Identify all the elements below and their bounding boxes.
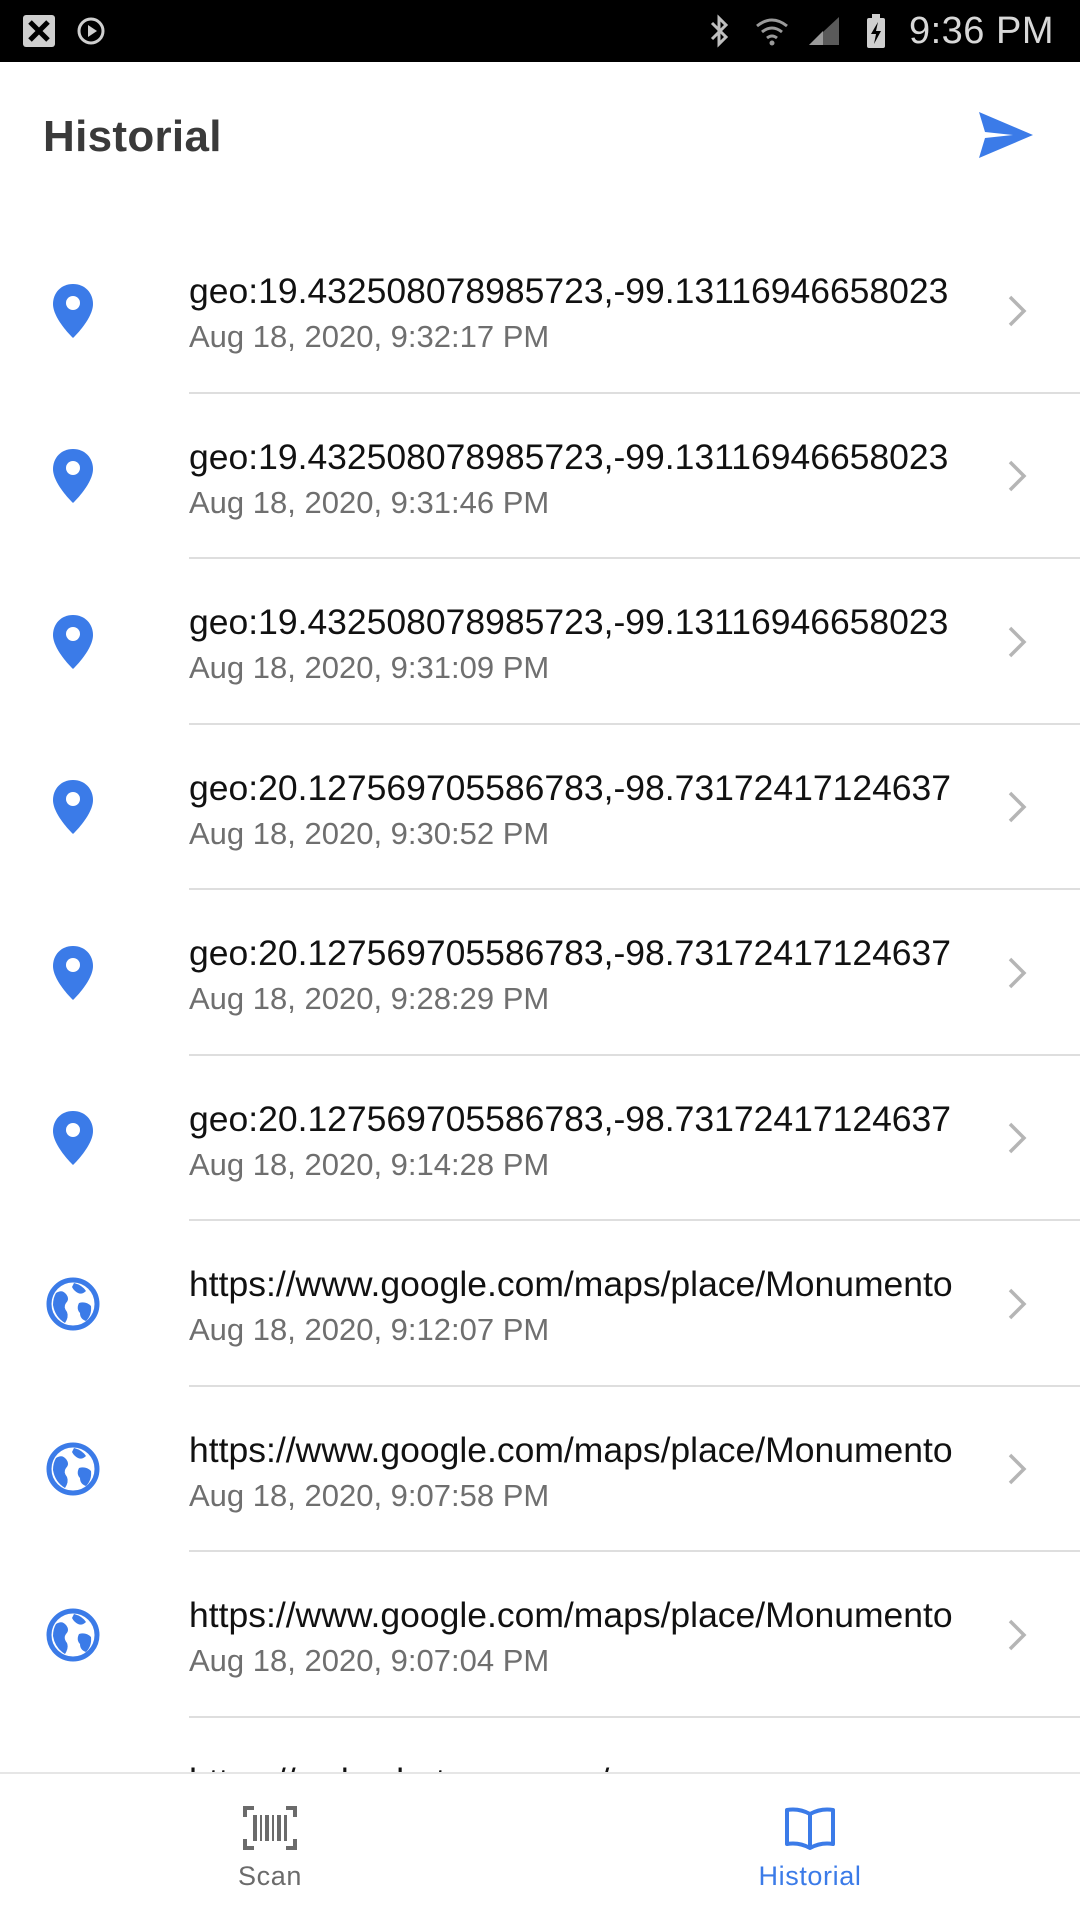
send-icon — [977, 110, 1035, 165]
battery-charging-icon — [857, 12, 895, 50]
chevron-right-icon — [1004, 787, 1030, 827]
chevron-right-icon — [1004, 291, 1030, 331]
list-item[interactable]: geo:20.127569705586783,-98.7317241712463… — [0, 890, 1080, 1056]
item-text: https://www.google.com/maps/place/Monume… — [189, 1592, 989, 1680]
item-value: geo:19.432508078985723,-99.1311694665802… — [189, 271, 949, 311]
status-time: 9:36 PM — [908, 9, 1054, 52]
item-text: geo:19.432508078985723,-99.1311694665802… — [189, 599, 989, 687]
globe-icon — [46, 1273, 100, 1335]
item-value: geo:19.432508078985723,-99.1311694665802… — [189, 436, 949, 477]
tab-historial[interactable]: Historial — [540, 1774, 1080, 1920]
list-item[interactable]: https://www.google.com/maps/place/Monume… — [0, 1221, 1080, 1387]
item-timestamp: Aug 18, 2020, 9:07:04 PM — [189, 1643, 550, 1678]
list-item[interactable]: geo:19.432508078985723,-99.1311694665802… — [0, 559, 1080, 725]
list-item[interactable]: geo:19.432508078985723,-99.1311694665802… — [0, 394, 1080, 559]
status-bar-right: 9:36 PM — [701, 10, 1054, 53]
location-pin-icon — [46, 1107, 100, 1169]
item-timestamp: Aug 18, 2020, 9:31:46 PM — [189, 484, 550, 520]
chevron-right-icon — [1004, 1284, 1030, 1324]
tab-scan-label: Scan — [238, 1860, 302, 1891]
globe-icon — [46, 1604, 100, 1666]
item-timestamp: Aug 18, 2020, 9:14:28 PM — [189, 1146, 550, 1182]
globe-icon — [46, 1438, 100, 1500]
location-pin-icon — [46, 776, 100, 838]
list-item[interactable]: geo:20.127569705586783,-98.7317241712463… — [0, 1056, 1080, 1221]
app-bar: Historial — [0, 62, 1080, 212]
item-text: https://www.google.com/maps/place/Monume… — [189, 1427, 989, 1515]
item-text: geo:20.127569705586783,-98.7317241712463… — [189, 930, 989, 1018]
location-pin-icon — [46, 942, 100, 1004]
item-value: https://www.google.com/maps/place/Monume… — [189, 1264, 953, 1304]
item-timestamp: Aug 18, 2020, 9:30:52 PM — [189, 815, 550, 851]
item-value: https://www.google.com/maps/place/Monume… — [189, 1429, 953, 1470]
notification-x-icon — [20, 12, 58, 50]
barcode-icon — [240, 1803, 300, 1853]
media-play-icon — [72, 12, 110, 50]
send-button[interactable] — [970, 101, 1042, 173]
item-timestamp: Aug 18, 2020, 9:28:29 PM — [189, 981, 550, 1016]
book-icon — [780, 1803, 840, 1853]
item-value: geo:20.127569705586783,-98.7317241712463… — [189, 933, 952, 973]
status-bar-left — [20, 12, 110, 50]
status-bar: 9:36 PM — [0, 0, 1080, 62]
signal-icon — [805, 12, 843, 50]
list-item[interactable]: https://www.google.com/maps/place/Monume… — [0, 1552, 1080, 1718]
chevron-right-icon — [1004, 953, 1030, 993]
tab-scan[interactable]: Scan — [0, 1774, 540, 1920]
location-pin-icon — [46, 445, 100, 507]
chevron-right-icon — [1004, 1615, 1030, 1655]
location-pin-icon — [46, 280, 100, 342]
item-value: geo:20.127569705586783,-98.7317241712463… — [189, 1098, 952, 1139]
list-item[interactable]: https://www.google.com/maps/place/Monume… — [0, 1387, 1080, 1552]
item-timestamp: Aug 18, 2020, 9:12:07 PM — [189, 1312, 550, 1347]
item-text: geo:19.432508078985723,-99.1311694665802… — [189, 268, 989, 356]
item-timestamp: Aug 18, 2020, 9:31:09 PM — [189, 650, 550, 685]
item-value: geo:20.127569705586783,-98.7317241712463… — [189, 767, 952, 808]
item-value: geo:19.432508078985723,-99.1311694665802… — [189, 602, 949, 642]
list-item[interactable]: geo:19.432508078985723,-99.1311694665802… — [0, 228, 1080, 394]
location-pin-icon — [46, 611, 100, 673]
chevron-right-icon — [1004, 1118, 1030, 1158]
item-text: https://web.whatsapp.com/ — [189, 1758, 989, 1773]
item-value: https://web.whatsapp.com/ — [189, 1758, 989, 1773]
page-title: Historial — [43, 112, 222, 161]
bluetooth-icon — [701, 12, 739, 50]
tab-historial-label: Historial — [758, 1860, 862, 1891]
item-value: https://www.google.com/maps/place/Monume… — [189, 1595, 953, 1635]
list-item[interactable]: geo:20.127569705586783,-98.7317241712463… — [0, 725, 1080, 890]
item-text: geo:20.127569705586783,-98.7317241712463… — [189, 765, 989, 853]
chevron-right-icon — [1004, 622, 1030, 662]
list-item[interactable]: https://web.whatsapp.com/ — [0, 1718, 1080, 1773]
item-text: geo:19.432508078985723,-99.1311694665802… — [189, 434, 989, 522]
screen: 9:36 PM Historial geo:19.432508078985723… — [0, 0, 1080, 1920]
chevron-right-icon — [1004, 1449, 1030, 1489]
item-text: geo:20.127569705586783,-98.7317241712463… — [189, 1096, 989, 1184]
item-timestamp: Aug 18, 2020, 9:32:17 PM — [189, 319, 550, 354]
bottom-navigation: Scan Historial — [0, 1772, 1080, 1920]
wifi-icon — [753, 12, 791, 50]
item-timestamp: Aug 18, 2020, 9:07:58 PM — [189, 1477, 550, 1513]
history-list: geo:19.432508078985723,-99.1311694665802… — [0, 228, 1080, 1772]
item-text: https://www.google.com/maps/place/Monume… — [189, 1261, 989, 1349]
chevron-right-icon — [1004, 456, 1030, 496]
